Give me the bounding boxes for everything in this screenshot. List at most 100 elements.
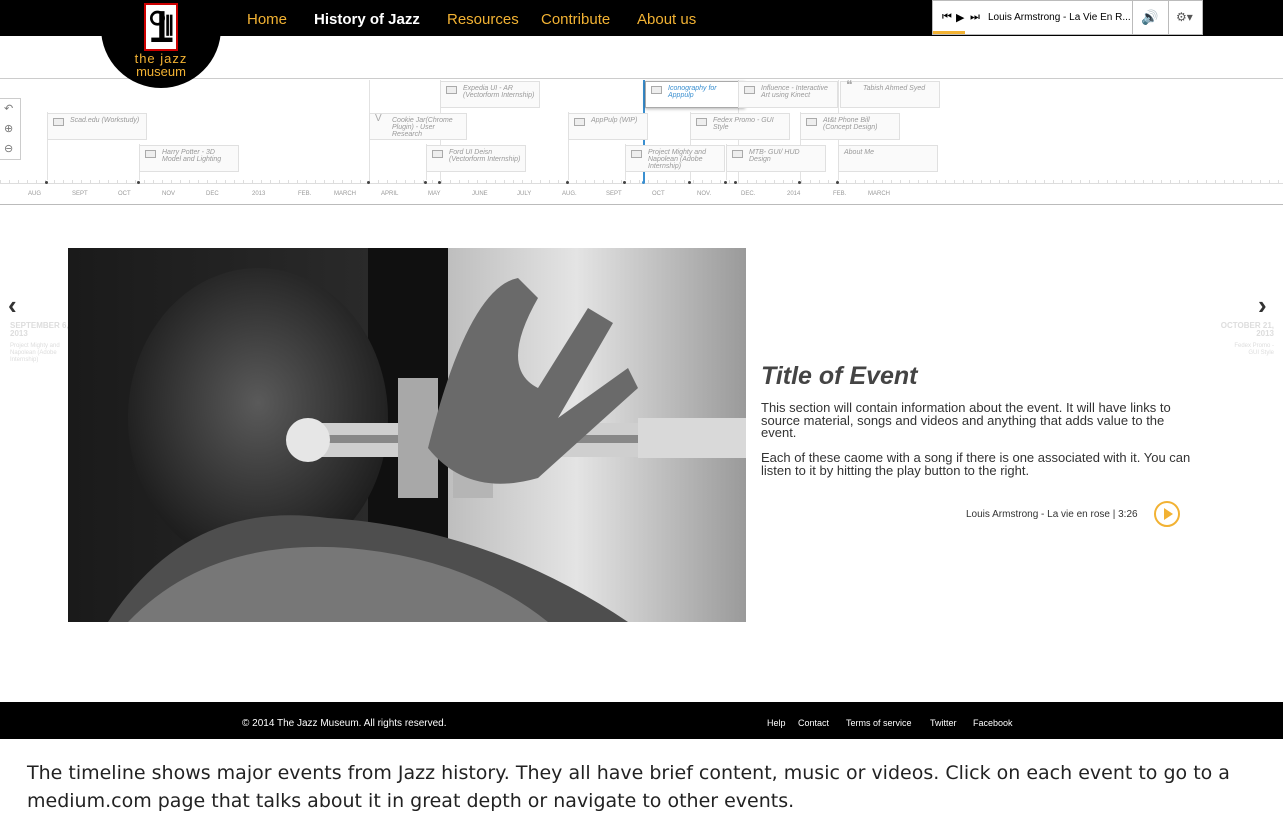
next-track-icon[interactable]: ⏭ bbox=[970, 11, 980, 24]
timeline-event-dot[interactable] bbox=[724, 181, 727, 184]
footer-link-terms[interactable]: Terms of service bbox=[846, 718, 912, 728]
timeline-event-dot[interactable] bbox=[438, 181, 441, 184]
image-thumbnail-icon bbox=[631, 150, 642, 158]
copyright-text: © 2014 The Jazz Museum. All rights reser… bbox=[242, 718, 447, 729]
play-song-button[interactable] bbox=[1154, 501, 1180, 527]
image-thumbnail-icon bbox=[806, 118, 817, 126]
timeline-event-title: Harry Potter - 3D Model and Lighting bbox=[162, 149, 222, 163]
zoom-out-icon[interactable]: ⊖ bbox=[4, 142, 13, 155]
timeline-zoom-controls: ↶ ⊕ ⊖ bbox=[0, 98, 21, 160]
zoom-in-icon[interactable]: ⊕ bbox=[4, 122, 13, 135]
timeline-month-label: MARCH bbox=[334, 191, 356, 197]
timeline-event-dot[interactable] bbox=[45, 181, 48, 184]
timeline-event-title: Scad.edu (Workstudy) bbox=[70, 117, 140, 124]
timeline-month-label: FEB. bbox=[833, 191, 847, 197]
timeline-event-card[interactable]: Harry Potter - 3D Model and Lighting bbox=[139, 145, 239, 172]
timeline-event-card[interactable]: Influence - Interactive Art using Kinect bbox=[738, 81, 838, 108]
timeline-event-card[interactable]: Expedia UI - AR (Vectorform Internship) bbox=[440, 81, 540, 108]
nav-history-of-jazz[interactable]: History of Jazz bbox=[314, 11, 420, 28]
timeline-month-label: JULY bbox=[517, 191, 532, 197]
timeline-event-dot[interactable] bbox=[734, 181, 737, 184]
previous-event-arrow[interactable]: ‹ bbox=[8, 290, 17, 321]
timeline-event-title: Expedia UI - AR (Vectorform Internship) bbox=[463, 85, 535, 99]
timeline-event-card-active[interactable]: Iconography for Apppulp bbox=[645, 81, 745, 108]
timeline-month-label: JUNE bbox=[472, 191, 488, 197]
timeline-event-card[interactable]: About Me bbox=[838, 145, 938, 172]
player-divider bbox=[1132, 1, 1133, 34]
timeline-event-card[interactable]: Project Mighty and Napolean (Adobe Inter… bbox=[625, 145, 725, 172]
timeline-event-card[interactable]: MTB- GUI/ HUD Design bbox=[726, 145, 826, 172]
timeline-event-card[interactable]: ❝ Tabish Ahmed Syed bbox=[840, 78, 940, 108]
vimeo-icon: V bbox=[375, 113, 382, 124]
nav-contribute[interactable]: Contribute bbox=[541, 11, 610, 28]
image-thumbnail-icon bbox=[651, 86, 662, 94]
nav-resources[interactable]: Resources bbox=[447, 11, 519, 28]
footer-link-help[interactable]: Help bbox=[767, 718, 786, 728]
timeline-event-title: At&t Phone Bill (Concept Design) bbox=[823, 117, 878, 131]
volume-icon[interactable]: 🔊 bbox=[1141, 9, 1158, 26]
timeline-ticks[interactable] bbox=[0, 180, 1283, 206]
jazz-museum-logo[interactable]: the jazz museum bbox=[101, 0, 221, 88]
player-progress-bar[interactable] bbox=[933, 31, 966, 34]
player-track-title: Louis Armstrong - La Vie En R... bbox=[988, 12, 1131, 23]
image-thumbnail-icon bbox=[53, 118, 64, 126]
image-thumbnail-icon bbox=[744, 86, 755, 94]
image-thumbnail-icon bbox=[145, 150, 156, 158]
timeline-event-dot[interactable] bbox=[424, 181, 427, 184]
image-thumbnail-icon bbox=[432, 150, 443, 158]
timeline-event-dot[interactable] bbox=[836, 181, 839, 184]
previous-event-date[interactable]: SEPTEMBER 6, 2013 bbox=[10, 322, 70, 338]
timeline-event-title: Fedex Promo - GUI Style bbox=[713, 117, 774, 131]
back-to-start-icon[interactable]: ↶ bbox=[4, 102, 13, 115]
event-photo-trumpet-player bbox=[68, 248, 746, 622]
timeline-event-dot[interactable] bbox=[798, 181, 801, 184]
timeline-month-label: DEC. bbox=[741, 191, 756, 197]
image-thumbnail-icon bbox=[446, 86, 457, 94]
timeline-event-dot[interactable] bbox=[623, 181, 626, 184]
timeline-event-dot[interactable] bbox=[137, 181, 140, 184]
event-description: This section will contain information ab… bbox=[761, 400, 1171, 440]
next-event-date[interactable]: OCTOBER 21, 2013 bbox=[1214, 322, 1274, 338]
timeline-event-card[interactable]: Scad.edu (Workstudy) bbox=[47, 113, 147, 140]
timeline-event-card[interactable]: Ford UI Deisn (Vectorform Internship) bbox=[426, 145, 526, 172]
timeline-month-label: MAY bbox=[428, 191, 441, 197]
next-event-arrow[interactable]: › bbox=[1258, 290, 1267, 321]
settings-gear-icon[interactable]: ⚙▾ bbox=[1176, 10, 1193, 24]
event-title: Title of Event bbox=[761, 362, 918, 390]
timeline-event-title: Cookie Jar(Chrome Plugin) - User Researc… bbox=[392, 117, 453, 138]
footer-link-twitter[interactable]: Twitter bbox=[930, 718, 957, 728]
timeline-event-title: Ford UI Deisn (Vectorform Internship) bbox=[449, 149, 521, 163]
timeline-event-title: Influence - Interactive Art using Kinect bbox=[761, 85, 828, 99]
footer-link-contact[interactable]: Contact bbox=[798, 718, 829, 728]
timeline-month-label: DEC bbox=[206, 191, 219, 197]
play-icon[interactable]: ▶ bbox=[956, 11, 964, 24]
timeline-event-dot[interactable] bbox=[566, 181, 569, 184]
next-event-description[interactable]: Fedex Promo - GUI Style bbox=[1224, 343, 1274, 357]
timeline-event-card[interactable]: V Cookie Jar(Chrome Plugin) - User Resear… bbox=[369, 113, 467, 140]
timeline-event-title: Project Mighty and Napolean (Adobe Inter… bbox=[648, 149, 706, 170]
timeline-event-card[interactable]: At&t Phone Bill (Concept Design) bbox=[800, 113, 900, 140]
timeline-event-dot-active[interactable] bbox=[642, 181, 645, 184]
timeline-event-dot[interactable] bbox=[367, 181, 370, 184]
timeline-event-title: AppPulp (WIP) bbox=[591, 117, 638, 124]
timeline-event-dot[interactable] bbox=[688, 181, 691, 184]
logo-text-museum: museum bbox=[136, 64, 186, 79]
page-caption: The timeline shows major events from Jaz… bbox=[27, 762, 1230, 812]
nav-about-us[interactable]: About us bbox=[637, 11, 696, 28]
footer-link-facebook[interactable]: Facebook bbox=[973, 718, 1013, 728]
timeline-month-label: MARCH bbox=[868, 191, 890, 197]
previous-track-icon[interactable]: ⏮ bbox=[942, 11, 952, 24]
timeline-month-label: SEPT bbox=[606, 191, 622, 197]
image-thumbnail-icon bbox=[696, 118, 707, 126]
quote-icon: ❝ bbox=[846, 78, 853, 92]
timeline-event-card[interactable]: AppPulp (WIP) bbox=[568, 113, 648, 140]
timeline-month-label: NOV bbox=[162, 191, 176, 197]
previous-event-description[interactable]: Project Mighty and Napolean (Adobe Inter… bbox=[10, 343, 60, 364]
timeline-event-title: Iconography for Apppulp bbox=[668, 85, 717, 99]
timeline-month-label: AUG bbox=[28, 191, 42, 197]
timeline-event-title: About Me bbox=[844, 149, 874, 156]
trumpet-logo-icon bbox=[144, 3, 178, 51]
nav-home[interactable]: Home bbox=[247, 11, 287, 28]
timeline-month-label: SEPT bbox=[72, 191, 88, 197]
timeline-event-card[interactable]: Fedex Promo - GUI Style bbox=[690, 113, 790, 140]
